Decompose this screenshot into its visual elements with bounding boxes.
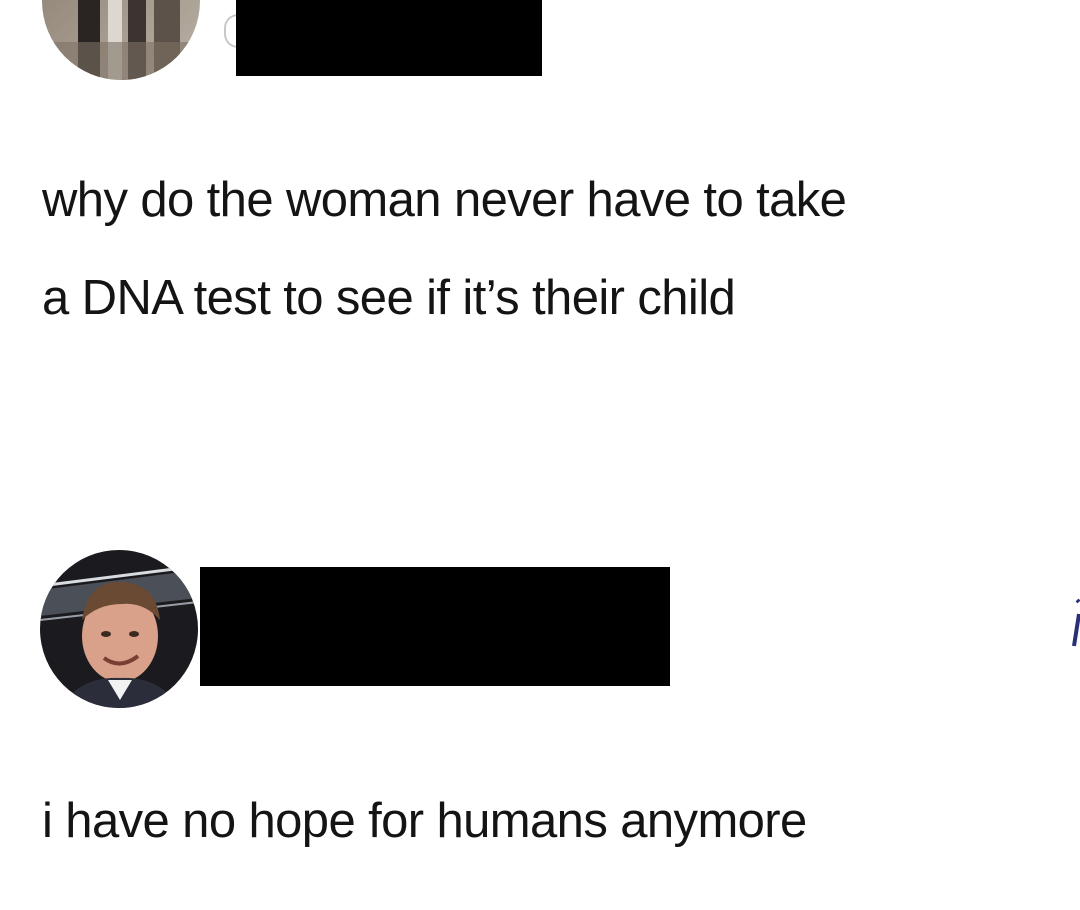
tweet-text-line-1: why do the woman never have to take [42,173,847,227]
tweet-screenshot: why do the woman never have to take a DN… [0,0,1080,910]
profile-photo-icon[interactable] [42,0,200,80]
tweet-text: why do the woman never have to take a DN… [42,151,1080,347]
reply-text: i have no hope for humans anymore [42,794,807,848]
redacted-username-box [200,567,670,686]
redacted-username-box [236,0,542,76]
profile-photo-icon[interactable] [40,550,198,708]
partial-icon [1072,598,1080,647]
tweet-text-line-2: a DNA test to see if it’s their child [42,271,736,325]
